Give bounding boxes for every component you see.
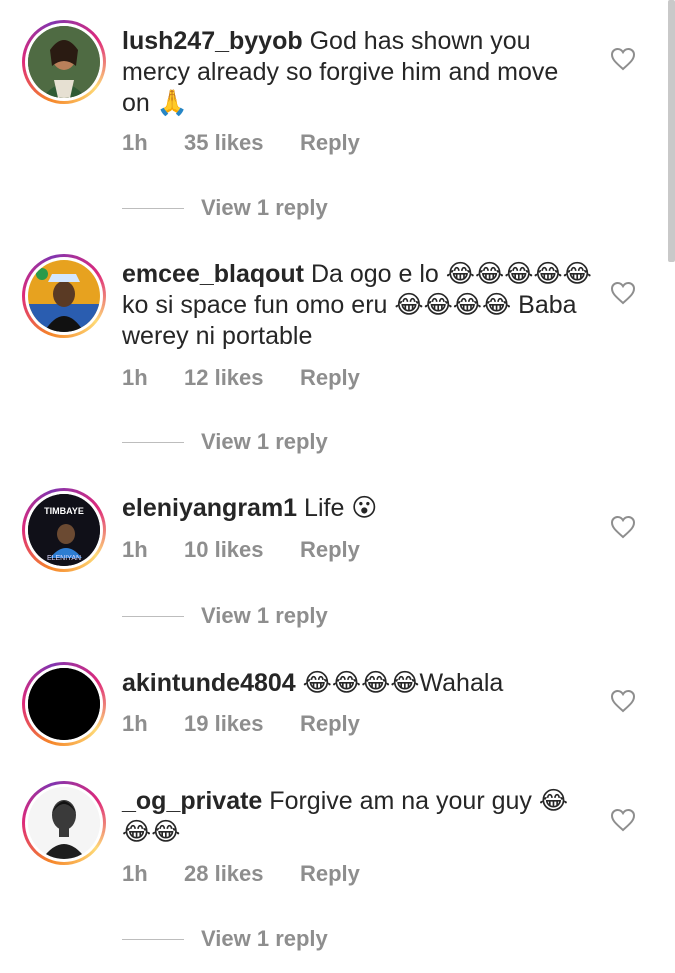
divider bbox=[122, 615, 184, 617]
reply-button[interactable]: Reply bbox=[300, 537, 360, 563]
view-replies-button[interactable]: View 1 reply bbox=[122, 926, 328, 952]
username[interactable]: _og_private bbox=[122, 787, 262, 815]
comment-text: lush247_byyob God has shown you mercy al… bbox=[122, 26, 592, 119]
view-replies-label: View 1 reply bbox=[201, 926, 328, 951]
comment-body: Life 😮 bbox=[304, 494, 378, 522]
likes-count[interactable]: 12 likes bbox=[184, 365, 300, 391]
avatar[interactable] bbox=[22, 662, 106, 746]
like-heart-icon[interactable] bbox=[610, 808, 636, 832]
avatar-name-text: ELENIYAN bbox=[47, 555, 81, 562]
divider bbox=[122, 938, 184, 940]
view-replies-button[interactable]: View 1 reply bbox=[122, 429, 328, 455]
view-replies-button[interactable]: View 1 reply bbox=[122, 195, 328, 221]
like-heart-icon[interactable] bbox=[610, 689, 636, 713]
comment-time: 1h bbox=[122, 537, 148, 562]
view-replies-label: View 1 reply bbox=[201, 603, 328, 628]
divider bbox=[122, 207, 184, 209]
likes-count[interactable]: 28 likes bbox=[184, 861, 300, 887]
view-replies-label: View 1 reply bbox=[201, 195, 328, 220]
comment-time: 1h bbox=[122, 711, 148, 736]
comment-time: 1h bbox=[122, 861, 148, 886]
reply-button[interactable]: Reply bbox=[300, 130, 360, 156]
username[interactable]: akintunde4804 bbox=[122, 669, 296, 697]
username[interactable]: emcee_blaqout bbox=[122, 260, 304, 288]
avatar[interactable] bbox=[22, 20, 106, 104]
avatar-photo bbox=[28, 668, 100, 740]
likes-count[interactable]: 10 likes bbox=[184, 537, 300, 563]
comment-text: emcee_blaqout Da ogo e lo 😂😂😂😂😂 ko si sp… bbox=[122, 259, 592, 352]
comment-body: 😂😂😂😂Wahala bbox=[302, 669, 504, 697]
likes-count[interactable]: 19 likes bbox=[184, 711, 300, 737]
divider bbox=[122, 441, 184, 443]
comment-text: eleniyangram1 Life 😮 bbox=[122, 493, 592, 524]
view-replies-button[interactable]: View 1 reply bbox=[122, 603, 328, 629]
avatar-brand-text: TIMBAYE bbox=[44, 506, 84, 516]
avatar[interactable] bbox=[22, 254, 106, 338]
username[interactable]: eleniyangram1 bbox=[122, 494, 297, 522]
avatar-photo bbox=[28, 26, 100, 98]
reply-button[interactable]: Reply bbox=[300, 861, 360, 887]
like-heart-icon[interactable] bbox=[610, 47, 636, 71]
avatar-photo bbox=[28, 787, 100, 859]
reply-button[interactable]: Reply bbox=[300, 365, 360, 391]
like-heart-icon[interactable] bbox=[610, 515, 636, 539]
comment-time: 1h bbox=[122, 365, 148, 390]
likes-count[interactable]: 35 likes bbox=[184, 130, 300, 156]
comment-text: akintunde4804 😂😂😂😂Wahala bbox=[122, 668, 592, 699]
avatar[interactable] bbox=[22, 781, 106, 865]
avatar-photo bbox=[28, 260, 100, 332]
avatar[interactable]: TIMBAYE ELENIYAN bbox=[22, 488, 106, 572]
reply-button[interactable]: Reply bbox=[300, 711, 360, 737]
like-heart-icon[interactable] bbox=[610, 281, 636, 305]
comment-time: 1h bbox=[122, 130, 148, 155]
scrollbar[interactable] bbox=[668, 0, 675, 262]
comment-text: _og_private Forgive am na your guy 😂😂😂 bbox=[122, 786, 592, 848]
username[interactable]: lush247_byyob bbox=[122, 27, 303, 55]
view-replies-label: View 1 reply bbox=[201, 429, 328, 454]
avatar-photo: TIMBAYE ELENIYAN bbox=[28, 494, 100, 566]
